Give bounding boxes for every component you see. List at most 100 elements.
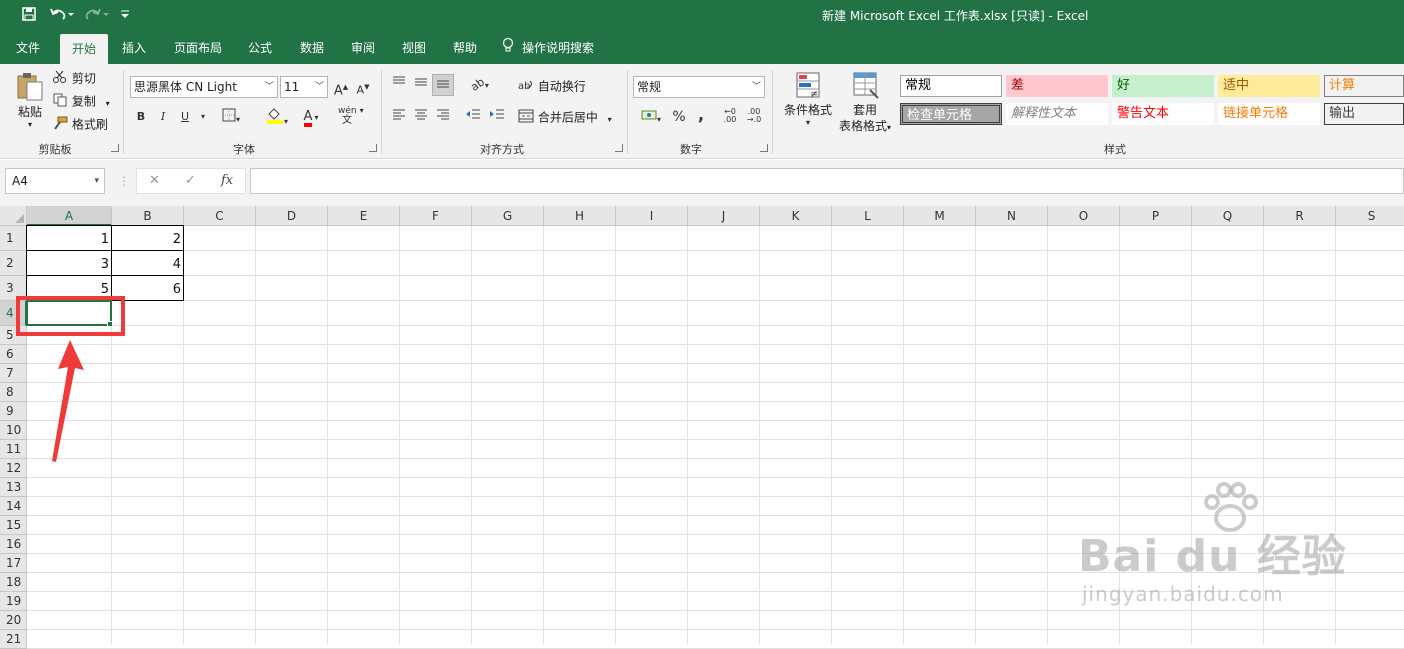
tab-review[interactable]: 审阅 [343,32,383,64]
font-color-button[interactable]: A ▾ [296,108,326,127]
clipboard-dialog-launcher[interactable] [111,144,119,152]
tab-formulas[interactable]: 公式 [240,32,280,64]
tab-view[interactable]: 视图 [394,32,434,64]
tab-data[interactable]: 数据 [292,32,332,64]
style-normal[interactable]: 常规 [900,75,1002,97]
column-header-k[interactable]: K [760,206,832,226]
column-header-b[interactable]: B [112,206,184,226]
number-format-combo[interactable]: 常规 ﹀ [633,76,765,98]
style-calculation[interactable]: 计算 [1324,75,1404,97]
redo-icon[interactable] [84,6,110,26]
column-header-n[interactable]: N [976,206,1048,226]
font-dialog-launcher[interactable] [369,144,377,152]
row-header-9[interactable]: 9 [0,402,27,421]
align-right-icon[interactable] [434,108,452,126]
row-header-13[interactable]: 13 [0,478,27,497]
merge-center-button[interactable]: 合并后居中 ▾ [518,109,612,128]
fill-color-button[interactable]: ▾ [262,108,292,126]
cell-b2[interactable]: 4 [112,251,184,276]
column-header-h[interactable]: H [544,206,616,226]
row-header-11[interactable]: 11 [0,440,27,459]
style-neutral[interactable]: 适中 [1218,75,1320,97]
decrease-font-size-icon[interactable]: A▼ [354,78,372,97]
underline-dropdown-icon[interactable]: ▾ [194,108,212,126]
name-box[interactable]: A4 ▾ [5,168,105,194]
undo-icon[interactable] [48,6,76,26]
format-as-table-button[interactable]: 套用 表格格式▾ [836,70,894,136]
row-header-14[interactable]: 14 [0,497,27,516]
cancel-icon[interactable]: ✕ [149,169,160,193]
style-explanatory-text[interactable]: 解释性文本 [1006,103,1108,125]
column-header-q[interactable]: Q [1192,206,1264,226]
row-header-10[interactable]: 10 [0,421,27,440]
align-bottom-icon[interactable] [432,74,454,96]
column-header-c[interactable]: C [184,206,256,226]
align-top-icon[interactable] [390,76,408,94]
comma-style-button[interactable]: , [692,106,710,124]
save-icon[interactable] [20,6,38,26]
cut-button[interactable]: 剪切 [52,70,96,88]
row-header-2[interactable]: 2 [0,251,27,276]
column-header-e[interactable]: E [328,206,400,226]
enter-icon[interactable]: ✓ [185,169,196,193]
copy-button[interactable]: 复制 ▾ [52,93,110,112]
font-size-combo[interactable]: 11 ﹀ [280,76,328,98]
column-header-o[interactable]: O [1048,206,1120,226]
cell-a1[interactable]: 1 [27,226,112,251]
row-header-7[interactable]: 7 [0,364,27,383]
column-header-j[interactable]: J [688,206,760,226]
row-header-6[interactable]: 6 [0,345,27,364]
style-warning-text[interactable]: 警告文本 [1112,103,1214,125]
formula-input[interactable] [250,168,1404,194]
tell-me-search[interactable]: 操作说明搜索 [502,32,612,64]
tab-home[interactable]: 开始 [60,34,108,64]
format-painter-button[interactable]: 格式刷 [52,116,108,134]
percent-style-button[interactable]: % [670,108,688,126]
tab-file[interactable]: 文件 [8,32,48,64]
phonetic-guide-button[interactable]: wén ▾ 文 [338,106,370,126]
style-good[interactable]: 好 [1112,75,1214,97]
row-header-8[interactable]: 8 [0,383,27,402]
column-header-m[interactable]: M [904,206,976,226]
align-left-icon[interactable] [390,108,408,126]
borders-button[interactable]: ▾ [218,108,244,126]
align-center-icon[interactable] [412,108,430,126]
bold-button[interactable]: B [132,108,150,126]
column-header-d[interactable]: D [256,206,328,226]
alignment-dialog-launcher[interactable] [615,144,623,152]
increase-font-size-icon[interactable]: A▲ [332,78,350,98]
number-dialog-launcher[interactable] [760,144,768,152]
row-header-12[interactable]: 12 [0,459,27,478]
italic-button[interactable]: I [154,108,172,126]
row-header-16[interactable]: 16 [0,535,27,554]
decrease-decimal-icon[interactable]: .00 →.0 [744,108,764,126]
row-header-21[interactable]: 21 [0,630,27,649]
tab-page-layout[interactable]: 页面布局 [166,32,230,64]
column-header-i[interactable]: I [616,206,688,226]
orientation-icon[interactable]: ab▾ [466,75,494,94]
column-header-f[interactable]: F [400,206,472,226]
row-header-1[interactable]: 1 [0,226,27,251]
row-header-19[interactable]: 19 [0,592,27,611]
row-header-15[interactable]: 15 [0,516,27,535]
customize-qat-icon[interactable] [118,6,132,26]
wrap-text-button[interactable]: ab 自动换行 [518,78,586,96]
increase-decimal-icon[interactable]: ←0.00 [720,108,740,126]
column-header-p[interactable]: P [1120,206,1192,226]
style-linked-cell[interactable]: 链接单元格 [1218,103,1320,125]
cell-b1[interactable]: 2 [112,226,184,251]
column-header-a[interactable]: A [27,206,112,226]
style-output[interactable]: 输出 [1324,103,1404,125]
insert-function-icon[interactable]: fx [221,169,233,193]
row-header-20[interactable]: 20 [0,611,27,630]
font-name-combo[interactable]: 思源黑体 CN Light ﹀ [130,76,278,98]
row-header-17[interactable]: 17 [0,554,27,573]
column-header-s[interactable]: S [1336,206,1404,226]
conditional-formatting-button[interactable]: ≠ 条件格式 ▾ [780,70,836,128]
column-header-g[interactable]: G [472,206,544,226]
style-bad[interactable]: 差 [1006,75,1108,97]
underline-button[interactable]: U [176,108,194,126]
accounting-format-icon[interactable]: ▾ [636,108,666,126]
select-all-button[interactable] [0,206,27,226]
tab-insert[interactable]: 插入 [114,32,154,64]
